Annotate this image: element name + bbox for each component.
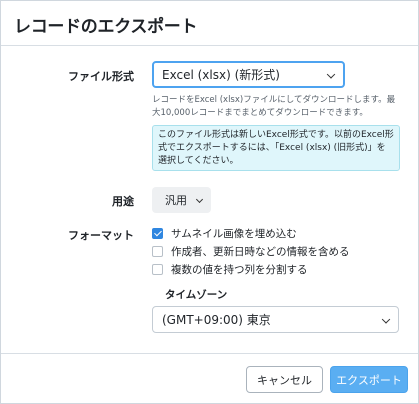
purpose-value: 汎用 [165, 194, 187, 207]
option-split-multivalue-columns[interactable]: 複数の値を持つ列を分割する [152, 262, 308, 277]
purpose-label: 用途 [112, 195, 134, 208]
option-embed-thumbnails[interactable]: サムネイル画像を埋め込む [152, 226, 297, 241]
export-button[interactable]: エクスポート [330, 366, 408, 393]
timezone-value: (GMT+09:00) 東京 [162, 313, 271, 327]
checkbox[interactable] [152, 246, 163, 257]
file-format-select[interactable]: Excel (xlsx) (新形式) [152, 61, 345, 88]
timezone-label: タイムゾーン [165, 289, 228, 301]
cancel-button[interactable]: キャンセル [246, 366, 323, 393]
chevron-down-icon [195, 195, 204, 204]
chevron-down-icon [381, 314, 391, 324]
file-format-help: レコードをExcel (xlsx)ファイルにしてダウンロードします。最大10,0… [152, 95, 396, 118]
timezone-select[interactable]: (GMT+09:00) 東京 [152, 306, 399, 333]
option-label: 作成者、更新日時などの情報を含める [171, 246, 350, 258]
option-label: 複数の値を持つ列を分割する [171, 264, 308, 276]
export-dialog: レコードのエクスポート ファイル形式 Excel (xlsx) (新形式) レコ… [0, 0, 419, 404]
purpose-dropdown-button[interactable]: 汎用 [152, 187, 211, 213]
file-format-info-box: このファイル形式は新しいExcel形式です。以前のExcel形式でエクスポートす… [152, 125, 400, 171]
chevron-down-icon [326, 69, 336, 79]
file-format-value: Excel (xlsx) (新形式) [162, 68, 280, 82]
option-include-metadata[interactable]: 作成者、更新日時などの情報を含める [152, 244, 350, 259]
option-label: サムネイル画像を埋め込む [171, 228, 297, 240]
file-format-label: ファイル形式 [68, 70, 134, 83]
header-divider [1, 45, 418, 46]
checkbox[interactable] [152, 264, 163, 275]
footer-divider [1, 353, 418, 354]
formatting-label: フォーマット [68, 229, 134, 242]
dialog-title: レコードのエクスポート [14, 17, 198, 37]
check-icon[interactable] [152, 228, 163, 239]
